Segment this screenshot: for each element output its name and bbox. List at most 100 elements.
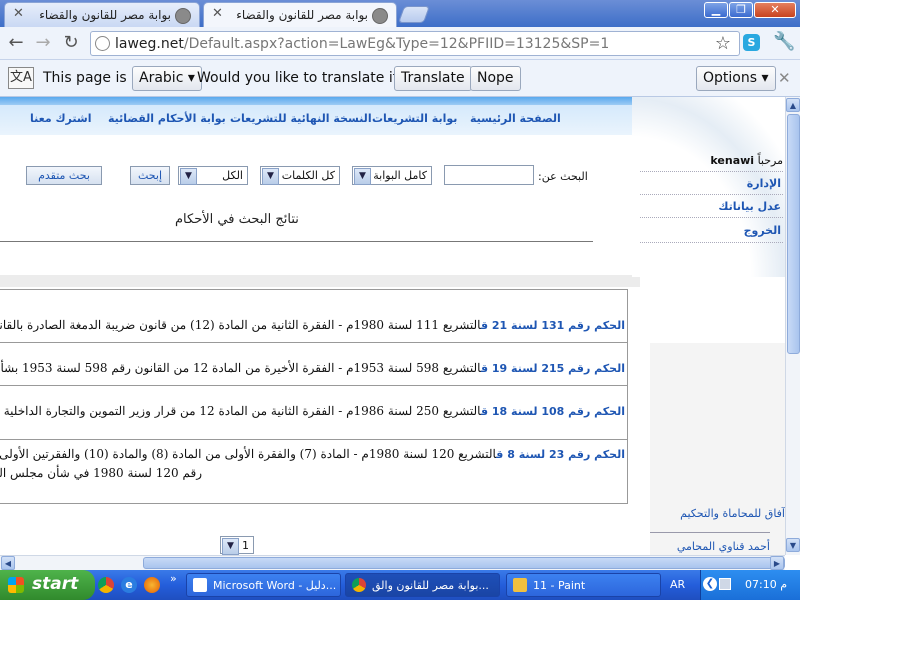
word-icon <box>193 578 207 592</box>
page-select[interactable]: ▼ 1 <box>220 536 254 555</box>
search-button[interactable]: إبحث <box>130 166 170 185</box>
tray-expand-icon[interactable]: ❮ <box>703 577 717 591</box>
task-label: 11 - Paint <box>533 579 586 592</box>
forward-arrow-icon[interactable]: → <box>32 32 54 54</box>
nav-final-legislation[interactable]: النسخة النهائية للتشريعات <box>230 112 372 125</box>
tab-label: بوابة مصر للقانون والقضاء <box>236 8 368 22</box>
scroll-up-icon[interactable]: ▲ <box>786 98 800 112</box>
divider <box>640 194 783 195</box>
gray-separator <box>0 275 640 287</box>
close-tab-icon[interactable]: ✕ <box>212 6 223 21</box>
system-tray: ❮ 07:10 م <box>700 570 800 600</box>
page-globe-icon <box>175 8 191 24</box>
taskbar-chrome[interactable]: بوابة مصر للقانون والق... <box>345 573 500 597</box>
horizontal-scrollbar[interactable]: ◀ ▶ <box>0 555 785 570</box>
sidebar-link-lawyer[interactable]: أحمد قناوي المحامي <box>650 540 770 553</box>
url-path: /Default.aspx?action=LawEg&Type=12&PFIID… <box>183 36 610 52</box>
firefox-quicklaunch-icon[interactable] <box>144 577 160 593</box>
result-text: التشريع 111 لسنة 1980م - الفقرة الثانية … <box>0 318 481 332</box>
taskbar-paint[interactable]: 11 - Paint <box>506 573 661 597</box>
nav-legislation[interactable]: بوابة التشريعات <box>372 112 457 125</box>
windows-taskbar: start e » Microsoft Word - دليل... بوابة… <box>0 570 800 600</box>
language-dropdown[interactable]: Arabic ▾ <box>132 66 202 91</box>
result-text: التشريع 598 لسنة 1953م - الفقرة الأخيرة … <box>0 361 481 375</box>
words-select[interactable]: ▼ كل الكلمات <box>260 166 340 185</box>
clock: 07:10 م <box>745 578 788 591</box>
url-domain: laweg.net <box>115 36 184 52</box>
close-tab-icon[interactable]: ✕ <box>13 6 24 21</box>
vertical-scroll-thumb[interactable] <box>787 114 800 354</box>
reload-icon[interactable]: ↻ <box>60 32 82 54</box>
result-text-2: رقم 120 لسنة 1980 في شأن مجلس الشورى قبل… <box>0 466 202 480</box>
chevron-down-icon: ▼ <box>180 168 197 185</box>
nav-home[interactable]: الصفحة الرئيسية <box>470 112 561 125</box>
options-dropdown[interactable]: Options ▾ <box>696 66 776 91</box>
taskbar-word[interactable]: Microsoft Word - دليل... <box>186 573 341 597</box>
horizontal-scroll-thumb[interactable] <box>143 557 785 569</box>
network-icon[interactable] <box>719 578 731 590</box>
judgment-link[interactable]: الحكم رقم 23 لسنة 8 ق <box>496 448 625 461</box>
paint-icon <box>513 578 527 592</box>
task-label: بوابة مصر للقانون والق... <box>372 579 489 592</box>
window-close-button[interactable]: ✕ <box>754 2 796 18</box>
language-label: Arabic <box>139 70 184 86</box>
language-indicator[interactable]: AR <box>670 578 685 591</box>
chevron-down-icon: ▼ <box>262 168 279 185</box>
divider <box>650 532 770 533</box>
username: kenawi <box>710 154 755 167</box>
type-select[interactable]: ▼ الكل <box>178 166 248 185</box>
scroll-down-icon[interactable]: ▼ <box>786 538 800 552</box>
sidebar-admin-link[interactable]: الإدارة <box>747 177 781 190</box>
ie-quicklaunch-icon[interactable]: e <box>121 577 137 593</box>
site-nav-bar: الصفحة الرئيسية بوابة التشريعات النسخة ا… <box>0 97 640 135</box>
tab-label: بوابة مصر للقانون والقضاء <box>39 8 171 22</box>
task-label: Microsoft Word - دليل... <box>213 579 337 592</box>
vertical-scrollbar[interactable]: ▲ ▼ <box>785 97 800 555</box>
close-infobar-icon[interactable]: ✕ <box>778 69 791 87</box>
chevron-down-icon: ▼ <box>222 538 239 555</box>
new-tab-button[interactable] <box>397 6 431 23</box>
tab-inactive[interactable]: بوابة مصر للقانون والقضاء ✕ <box>4 2 200 27</box>
search-input[interactable] <box>444 165 534 185</box>
words-value: كل الكلمات <box>281 169 335 182</box>
advanced-search-button[interactable]: بحث متقدم <box>26 166 102 185</box>
sidebar-logout-link[interactable]: الخروج <box>744 224 781 237</box>
nope-button[interactable]: Nope <box>470 66 521 91</box>
translate-button[interactable]: Translate <box>394 66 472 91</box>
minimize-button[interactable]: ▁ <box>704 2 728 18</box>
nav-judgments[interactable]: بوابة الأحكام القضائية <box>108 112 226 125</box>
sidebar-ad-area <box>650 343 785 555</box>
judgment-link[interactable]: الحكم رقم 108 لسنة 18 ق <box>481 405 625 418</box>
translate-infobar: 文A This page is in Arabic ▾ Would you li… <box>0 60 800 97</box>
row-divider <box>0 439 627 440</box>
bookmark-star-icon[interactable]: ☆ <box>715 33 731 54</box>
translate-prefix: This page is in <box>43 70 144 86</box>
results-title: نتائج البحث في الأحكام <box>175 212 299 227</box>
expand-quicklaunch-icon[interactable]: » <box>170 572 177 585</box>
tab-active[interactable]: بوابة مصر للقانون والقضاء ✕ <box>203 2 397 27</box>
judgment-link[interactable]: الحكم رقم 215 لسنة 19 ق <box>481 362 625 375</box>
page-number: 1 <box>242 539 249 552</box>
scroll-left-icon[interactable]: ◀ <box>1 556 15 570</box>
wrench-menu-icon[interactable]: 🔧 <box>773 31 795 52</box>
sidebar-link-afaq[interactable]: آفاق للمحاماة والتحكيم <box>650 507 785 520</box>
welcome-text: مرحباً kenawi <box>710 154 783 167</box>
maximize-button[interactable]: ❐ <box>729 2 753 18</box>
tab-strip: بوابة مصر للقانون والقضاء ✕ بوابة مصر لل… <box>0 0 800 27</box>
back-arrow-icon[interactable]: ← <box>5 32 27 54</box>
scope-select[interactable]: ▼ كامل البوابة <box>352 166 432 185</box>
nav-subscribe[interactable]: اشترك معنا <box>30 112 91 125</box>
chrome-quicklaunch-icon[interactable] <box>98 577 114 593</box>
welcome-label: مرحباً <box>757 154 783 167</box>
address-bar[interactable]: laweg.net/Default.aspx?action=LawEg&Type… <box>90 31 740 56</box>
row-divider <box>0 342 627 343</box>
scroll-right-icon[interactable]: ▶ <box>770 556 784 570</box>
chrome-icon <box>352 578 366 592</box>
judgment-link[interactable]: الحكم رقم 131 لسنة 21 ق <box>481 319 625 332</box>
options-label: Options <box>703 70 758 86</box>
start-label: start <box>32 574 79 594</box>
skype-extension-icon[interactable]: S <box>743 34 760 51</box>
sidebar-edit-profile-link[interactable]: عدل بياناتك <box>718 200 781 213</box>
start-button[interactable]: start <box>0 570 95 600</box>
divider <box>640 242 783 243</box>
